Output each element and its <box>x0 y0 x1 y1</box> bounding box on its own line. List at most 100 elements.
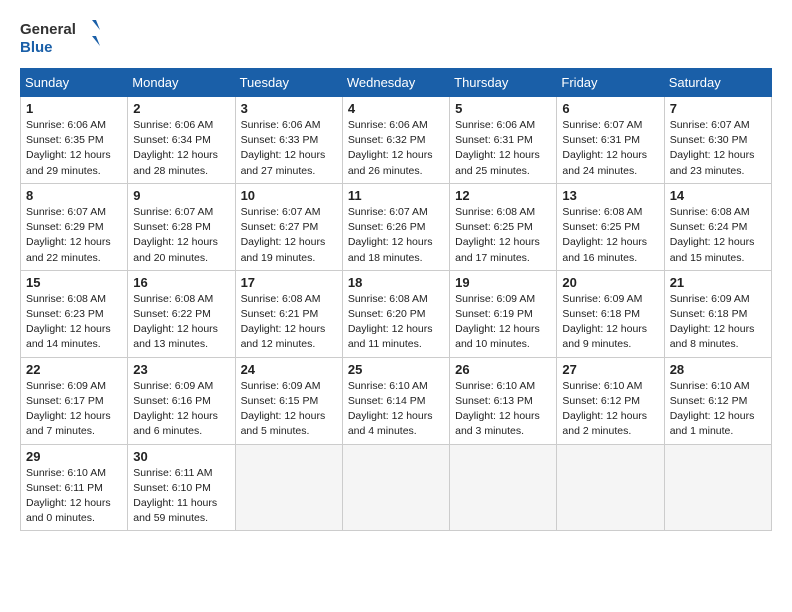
day-info: Sunrise: 6:09 AMSunset: 6:19 PMDaylight:… <box>455 292 551 353</box>
calendar-cell: 9 Sunrise: 6:07 AMSunset: 6:28 PMDaylight… <box>128 183 235 270</box>
calendar-cell: 28Sunrise: 6:10 AMSunset: 6:12 PMDayligh… <box>664 357 771 444</box>
day-number: 25 <box>348 362 444 377</box>
day-info: Sunrise: 6:07 AMSunset: 6:28 PMDaylight:… <box>133 205 229 266</box>
day-number: 13 <box>562 188 658 203</box>
calendar-cell: 6Sunrise: 6:07 AMSunset: 6:31 PMDaylight… <box>557 97 664 184</box>
calendar-week-4: 22 Sunrise: 6:09 AMSunset: 6:17 PMDayligh… <box>21 357 772 444</box>
day-number: 29 <box>26 449 122 464</box>
logo-icon: General Blue <box>20 16 100 58</box>
calendar-cell: 8 Sunrise: 6:07 AMSunset: 6:29 PMDaylight… <box>21 183 128 270</box>
day-info: Sunrise: 6:09 AMSunset: 6:17 PMDaylight:… <box>26 379 122 440</box>
header: General Blue <box>20 16 772 58</box>
calendar-cell: 5 Sunrise: 6:06 AMSunset: 6:31 PMDaylight… <box>450 97 557 184</box>
day-number: 15 <box>26 275 122 290</box>
day-number: 14 <box>670 188 766 203</box>
day-info: Sunrise: 6:10 AMSunset: 6:11 PMDaylight:… <box>26 466 122 527</box>
day-number: 1 <box>26 101 122 116</box>
day-number: 23 <box>133 362 229 377</box>
day-number: 12 <box>455 188 551 203</box>
day-info: Sunrise: 6:10 AMSunset: 6:13 PMDaylight:… <box>455 379 551 440</box>
calendar-cell <box>235 444 342 531</box>
calendar-cell: 30 Sunrise: 6:11 AMSunset: 6:10 PMDayligh… <box>128 444 235 531</box>
day-info: Sunrise: 6:08 AMSunset: 6:23 PMDaylight:… <box>26 292 122 353</box>
calendar-cell: 2 Sunrise: 6:06 AMSunset: 6:34 PMDaylight… <box>128 97 235 184</box>
calendar-cell: 14 Sunrise: 6:08 AMSunset: 6:24 PMDayligh… <box>664 183 771 270</box>
day-info: Sunrise: 6:08 AMSunset: 6:21 PMDaylight:… <box>241 292 337 353</box>
calendar-cell: 18 Sunrise: 6:08 AMSunset: 6:20 PMDayligh… <box>342 270 449 357</box>
calendar-header-monday: Monday <box>128 69 235 97</box>
calendar-cell: 22 Sunrise: 6:09 AMSunset: 6:17 PMDayligh… <box>21 357 128 444</box>
day-info: Sunrise: 6:07 AMSunset: 6:29 PMDaylight:… <box>26 205 122 266</box>
day-number: 3 <box>241 101 337 116</box>
calendar-cell: 10 Sunrise: 6:07 AMSunset: 6:27 PMDayligh… <box>235 183 342 270</box>
calendar-cell: 23Sunrise: 6:09 AMSunset: 6:16 PMDayligh… <box>128 357 235 444</box>
calendar-cell: 19 Sunrise: 6:09 AMSunset: 6:19 PMDayligh… <box>450 270 557 357</box>
day-number: 10 <box>241 188 337 203</box>
calendar-cell: 17 Sunrise: 6:08 AMSunset: 6:21 PMDayligh… <box>235 270 342 357</box>
day-number: 2 <box>133 101 229 116</box>
calendar-cell: 21 Sunrise: 6:09 AMSunset: 6:18 PMDayligh… <box>664 270 771 357</box>
day-info: Sunrise: 6:09 AMSunset: 6:18 PMDaylight:… <box>670 292 766 353</box>
calendar-header-row: SundayMondayTuesdayWednesdayThursdayFrid… <box>21 69 772 97</box>
calendar-week-5: 29 Sunrise: 6:10 AMSunset: 6:11 PMDayligh… <box>21 444 772 531</box>
day-number: 27 <box>562 362 658 377</box>
calendar-week-1: 1 Sunrise: 6:06 AMSunset: 6:35 PMDaylight… <box>21 97 772 184</box>
day-number: 19 <box>455 275 551 290</box>
calendar-cell: 27 Sunrise: 6:10 AMSunset: 6:12 PMDayligh… <box>557 357 664 444</box>
calendar-cell: 4Sunrise: 6:06 AMSunset: 6:32 PMDaylight… <box>342 97 449 184</box>
calendar-header-saturday: Saturday <box>664 69 771 97</box>
page: General Blue SundayMondayTuesdayWednesda… <box>0 0 792 612</box>
day-info: Sunrise: 6:07 AMSunset: 6:26 PMDaylight:… <box>348 205 444 266</box>
day-info: Sunrise: 6:08 AMSunset: 6:25 PMDaylight:… <box>562 205 658 266</box>
day-number: 20 <box>562 275 658 290</box>
day-info: Sunrise: 6:06 AMSunset: 6:35 PMDaylight:… <box>26 118 122 179</box>
calendar-cell: 7Sunrise: 6:07 AMSunset: 6:30 PMDaylight… <box>664 97 771 184</box>
day-number: 16 <box>133 275 229 290</box>
calendar-cell: 25Sunrise: 6:10 AMSunset: 6:14 PMDayligh… <box>342 357 449 444</box>
day-info: Sunrise: 6:07 AMSunset: 6:27 PMDaylight:… <box>241 205 337 266</box>
day-info: Sunrise: 6:09 AMSunset: 6:18 PMDaylight:… <box>562 292 658 353</box>
day-info: Sunrise: 6:06 AMSunset: 6:33 PMDaylight:… <box>241 118 337 179</box>
day-info: Sunrise: 6:06 AMSunset: 6:31 PMDaylight:… <box>455 118 551 179</box>
day-number: 28 <box>670 362 766 377</box>
calendar-cell: 24 Sunrise: 6:09 AMSunset: 6:15 PMDayligh… <box>235 357 342 444</box>
calendar-cell: 12 Sunrise: 6:08 AMSunset: 6:25 PMDayligh… <box>450 183 557 270</box>
day-number: 9 <box>133 188 229 203</box>
day-number: 24 <box>241 362 337 377</box>
calendar-week-2: 8 Sunrise: 6:07 AMSunset: 6:29 PMDaylight… <box>21 183 772 270</box>
svg-text:General: General <box>20 21 76 38</box>
calendar-cell: 3 Sunrise: 6:06 AMSunset: 6:33 PMDaylight… <box>235 97 342 184</box>
day-info: Sunrise: 6:08 AMSunset: 6:25 PMDaylight:… <box>455 205 551 266</box>
day-info: Sunrise: 6:11 AMSunset: 6:10 PMDaylight:… <box>133 466 229 527</box>
calendar-header-wednesday: Wednesday <box>342 69 449 97</box>
logo: General Blue <box>20 16 100 58</box>
calendar-cell <box>557 444 664 531</box>
calendar-cell: 16 Sunrise: 6:08 AMSunset: 6:22 PMDayligh… <box>128 270 235 357</box>
calendar-cell: 26 Sunrise: 6:10 AMSunset: 6:13 PMDayligh… <box>450 357 557 444</box>
calendar-cell <box>342 444 449 531</box>
day-info: Sunrise: 6:10 AMSunset: 6:12 PMDaylight:… <box>562 379 658 440</box>
day-info: Sunrise: 6:06 AMSunset: 6:34 PMDaylight:… <box>133 118 229 179</box>
calendar-header-thursday: Thursday <box>450 69 557 97</box>
day-info: Sunrise: 6:08 AMSunset: 6:20 PMDaylight:… <box>348 292 444 353</box>
day-number: 18 <box>348 275 444 290</box>
day-number: 8 <box>26 188 122 203</box>
day-number: 21 <box>670 275 766 290</box>
day-info: Sunrise: 6:08 AMSunset: 6:22 PMDaylight:… <box>133 292 229 353</box>
calendar-header-tuesday: Tuesday <box>235 69 342 97</box>
day-info: Sunrise: 6:08 AMSunset: 6:24 PMDaylight:… <box>670 205 766 266</box>
calendar-cell: 29 Sunrise: 6:10 AMSunset: 6:11 PMDayligh… <box>21 444 128 531</box>
day-number: 5 <box>455 101 551 116</box>
day-number: 26 <box>455 362 551 377</box>
day-number: 17 <box>241 275 337 290</box>
day-number: 4 <box>348 101 444 116</box>
calendar-cell: 13 Sunrise: 6:08 AMSunset: 6:25 PMDayligh… <box>557 183 664 270</box>
calendar-header-friday: Friday <box>557 69 664 97</box>
day-number: 30 <box>133 449 229 464</box>
day-number: 22 <box>26 362 122 377</box>
day-info: Sunrise: 6:07 AMSunset: 6:30 PMDaylight:… <box>670 118 766 179</box>
day-number: 11 <box>348 188 444 203</box>
svg-text:Blue: Blue <box>20 39 53 56</box>
day-info: Sunrise: 6:07 AMSunset: 6:31 PMDaylight:… <box>562 118 658 179</box>
day-info: Sunrise: 6:09 AMSunset: 6:15 PMDaylight:… <box>241 379 337 440</box>
